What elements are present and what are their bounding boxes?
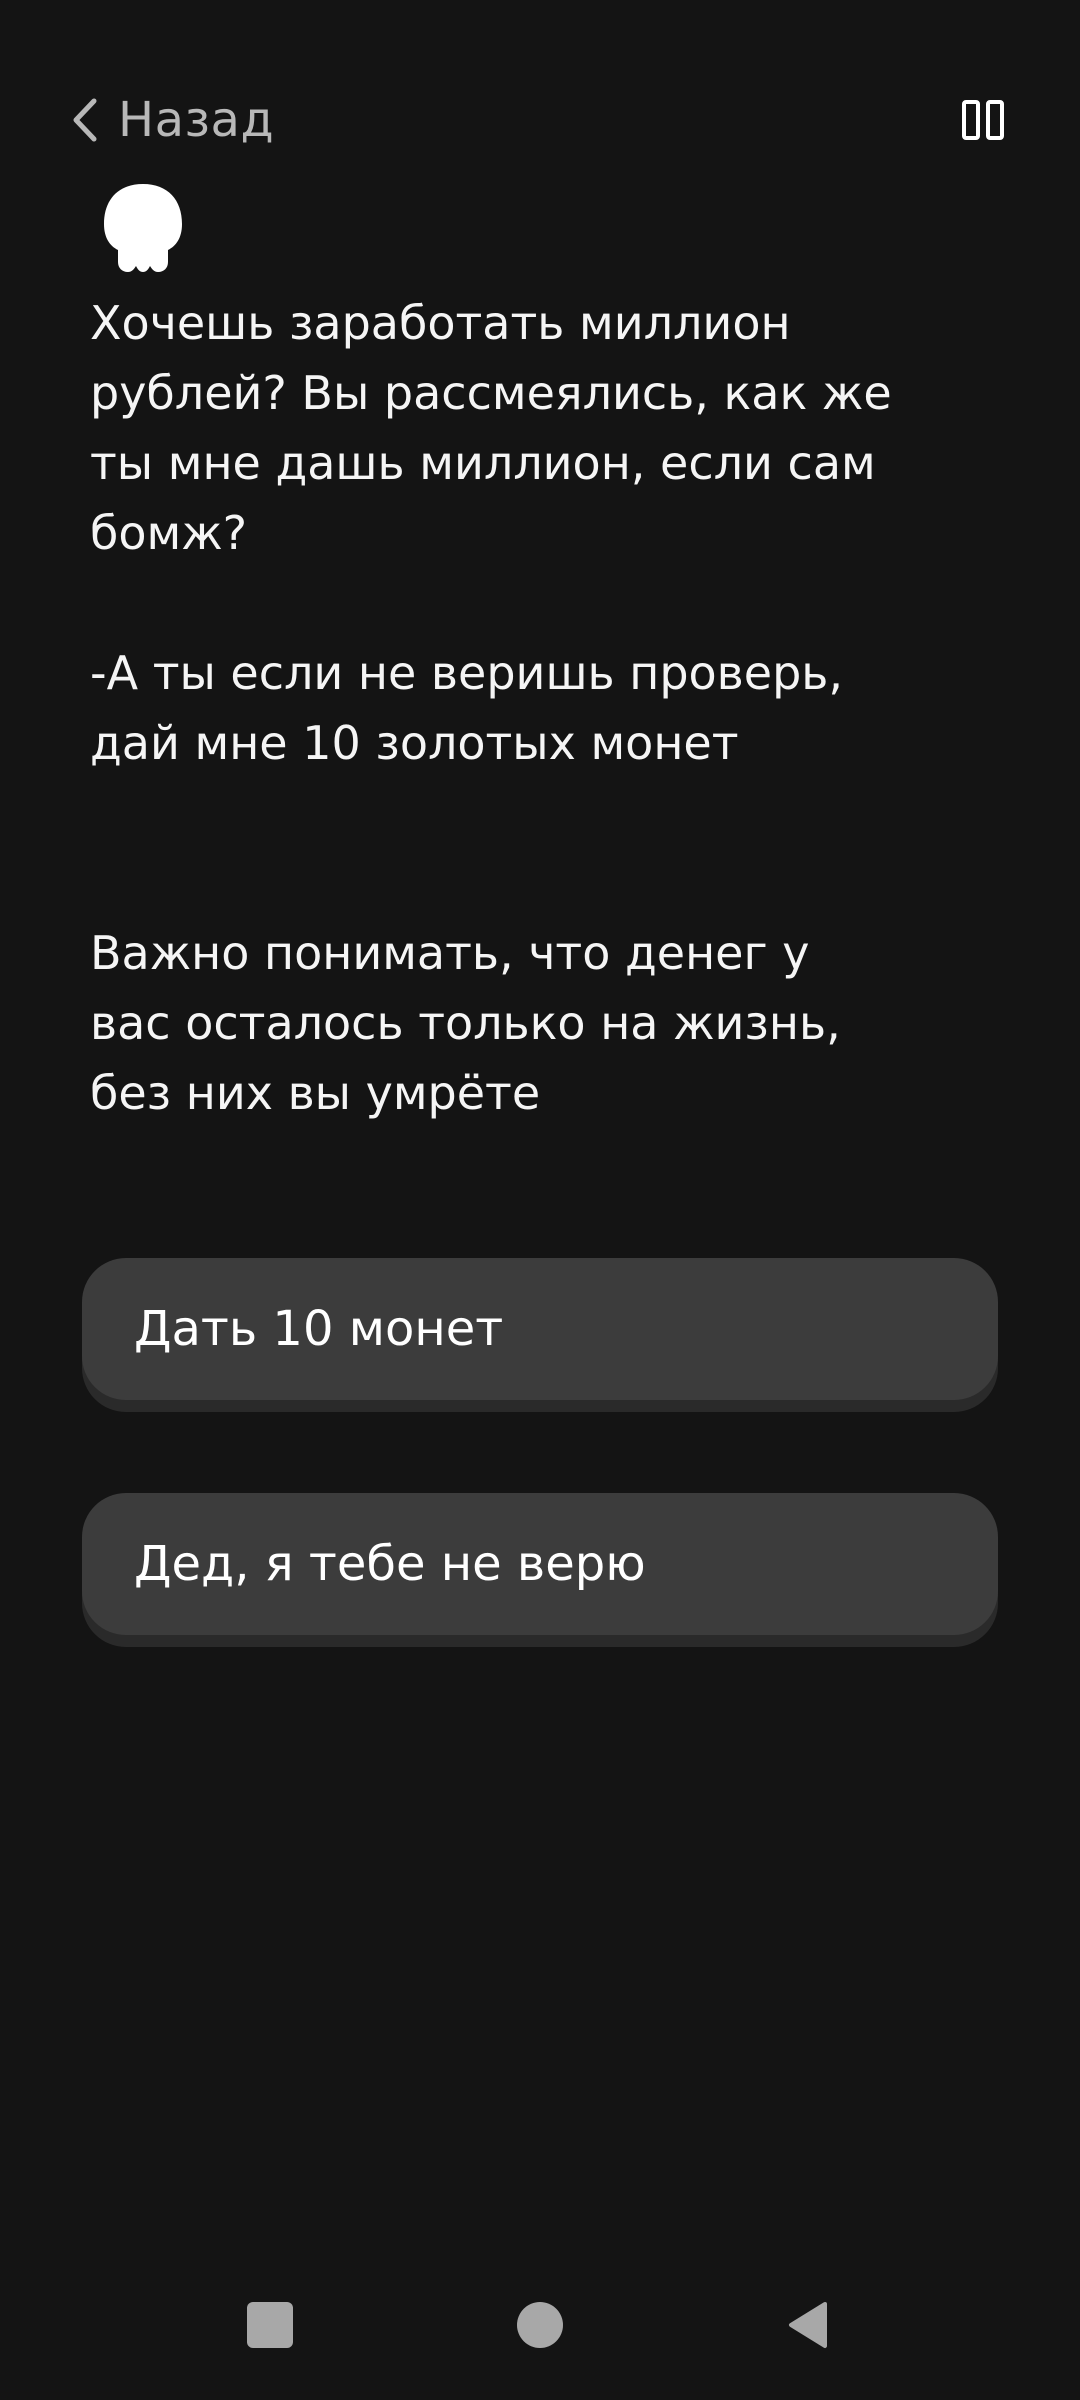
system-nav-bar bbox=[0, 2290, 1080, 2360]
choice-label: Дед, я тебе не верю bbox=[134, 1536, 646, 1592]
chevron-left-icon bbox=[70, 97, 100, 143]
story-paragraph: Хочешь заработать миллион рублей? Вы рас… bbox=[90, 296, 892, 560]
back-button[interactable]: Назад bbox=[70, 80, 274, 160]
skull-icon bbox=[104, 184, 182, 272]
system-back-button[interactable] bbox=[785, 2300, 831, 2350]
pause-icon bbox=[962, 100, 1004, 140]
character-avatar bbox=[98, 180, 188, 280]
recents-button[interactable] bbox=[247, 2302, 293, 2348]
story-paragraph: Важно понимать, что денег у вас осталось… bbox=[90, 926, 841, 1120]
choice-disbelieve-button[interactable]: Дед, я тебе не верю bbox=[82, 1493, 998, 1635]
triangle-back-icon bbox=[789, 2302, 827, 2348]
story-paragraph: -А ты если не веришь проверь, дай мне 10… bbox=[90, 646, 844, 770]
story-text: Хочешь заработать миллион рублей? Вы рас… bbox=[90, 288, 950, 1128]
choice-give-coins-button[interactable]: Дать 10 монет bbox=[82, 1258, 998, 1400]
pause-button[interactable] bbox=[960, 98, 1010, 144]
top-bar: Назад bbox=[0, 80, 1080, 160]
home-button[interactable] bbox=[517, 2302, 563, 2348]
choice-label: Дать 10 монет bbox=[134, 1301, 504, 1357]
back-label: Назад bbox=[118, 92, 275, 148]
